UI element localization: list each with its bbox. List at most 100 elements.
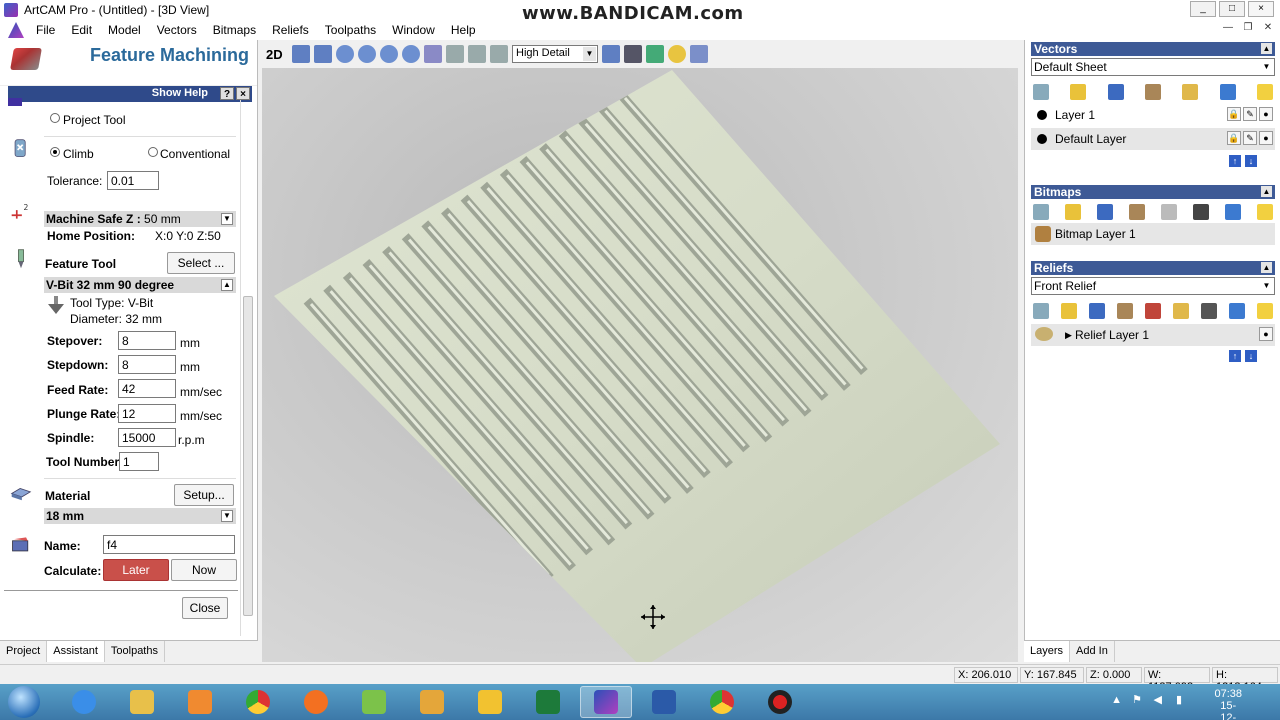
panel-scrollbar[interactable] xyxy=(240,100,254,636)
save-relief-icon[interactable] xyxy=(1089,303,1105,319)
view-2d-button[interactable]: 2D xyxy=(266,47,288,62)
tab-assistant[interactable]: Assistant xyxy=(47,641,105,662)
help-question-button[interactable]: ? xyxy=(220,87,234,100)
ie-icon[interactable] xyxy=(58,686,110,718)
chevron-up-icon[interactable]: ▲ xyxy=(221,279,233,291)
new-layer-icon[interactable] xyxy=(1033,84,1049,100)
minimize-button[interactable]: _ xyxy=(1190,1,1216,17)
mdi-close-icon[interactable]: ✕ xyxy=(1260,22,1276,36)
paste-relief-icon[interactable] xyxy=(1173,303,1189,319)
explorer-icon[interactable] xyxy=(116,686,168,718)
network-icon[interactable]: ▮ xyxy=(1176,693,1182,706)
lock-icon[interactable]: 🔒 xyxy=(1227,131,1241,145)
menu-window[interactable]: Window xyxy=(384,23,443,37)
calculate-now-button[interactable]: Now xyxy=(171,559,237,581)
project-tool-radio[interactable] xyxy=(50,113,60,123)
bitmap-thumbnail-icon[interactable] xyxy=(1035,226,1051,242)
lock-icon[interactable]: 🔒 xyxy=(1227,107,1241,121)
chevron-down-icon[interactable]: ▼ xyxy=(221,213,233,225)
vectric-icon[interactable] xyxy=(348,686,400,718)
relief-plate-render[interactable] xyxy=(262,68,1018,662)
vectors-header[interactable]: Vectors ▲ xyxy=(1031,42,1275,56)
pan-icon[interactable] xyxy=(314,45,332,63)
layer-color-icon[interactable] xyxy=(1037,110,1047,120)
paste-layer-icon[interactable] xyxy=(1182,84,1199,100)
visibility-icon[interactable]: ● xyxy=(1259,107,1273,121)
vector-sheet-select[interactable]: Default Sheet ▼ xyxy=(1031,58,1275,76)
mdi-restore-icon[interactable]: ❐ xyxy=(1240,22,1256,36)
move-up-icon[interactable]: ↑ xyxy=(1229,350,1241,362)
help-close-button[interactable]: × xyxy=(236,87,250,100)
detail-level-select[interactable]: High Detail ▼ xyxy=(512,45,598,63)
collapse-icon[interactable]: ▲ xyxy=(1261,262,1272,273)
mdi-minimize-icon[interactable]: — xyxy=(1220,22,1236,36)
close-panel-button[interactable]: Close xyxy=(182,597,228,619)
zoom-box-icon[interactable] xyxy=(380,45,398,63)
open-layer-icon[interactable] xyxy=(1070,84,1087,100)
edit-icon[interactable]: ✎ xyxy=(1243,131,1257,145)
layer-color-icon[interactable] xyxy=(1037,134,1047,144)
safe-z-row[interactable]: Machine Safe Z : 50 mm ▼ xyxy=(44,211,236,227)
artcam-taskbar-icon[interactable] xyxy=(580,686,632,718)
app-icon[interactable] xyxy=(406,686,458,718)
open-bitmap-icon[interactable] xyxy=(1065,204,1081,220)
top-view-icon[interactable] xyxy=(490,45,508,63)
cnc-icon[interactable] xyxy=(464,686,516,718)
stepover-input[interactable]: 8 xyxy=(118,331,176,350)
close-button[interactable]: × xyxy=(1248,1,1274,17)
menu-vectors[interactable]: Vectors xyxy=(149,23,205,37)
layer-name[interactable]: Layer 1 xyxy=(1055,104,1095,126)
bitmap-person-icon[interactable] xyxy=(1193,204,1209,220)
chrome-icon[interactable] xyxy=(696,686,748,718)
conventional-radio[interactable] xyxy=(148,147,158,157)
relief-layer-icon[interactable] xyxy=(1035,327,1053,341)
select-tool-button[interactable]: Select ... xyxy=(167,252,235,274)
move-down-icon[interactable]: ↓ xyxy=(1245,350,1257,362)
artcam-logo-icon[interactable] xyxy=(8,22,24,38)
flag-icon[interactable]: ⚑ xyxy=(1132,693,1142,706)
merge-layer-icon[interactable] xyxy=(1144,84,1161,100)
collapse-icon[interactable]: ▲ xyxy=(1261,186,1272,197)
wireframe-icon[interactable] xyxy=(624,45,642,63)
delete-layer-icon[interactable] xyxy=(1219,84,1236,100)
open-relief-icon[interactable] xyxy=(1061,303,1077,319)
relief-layer-row[interactable]: ▶ Relief Layer 1 ● xyxy=(1031,324,1275,346)
chevron-down-icon[interactable]: ▼ xyxy=(1260,279,1273,293)
toolpath-name-input[interactable]: f4 xyxy=(103,535,235,554)
scrollbar-thumb[interactable] xyxy=(243,296,253,616)
media-player-icon[interactable] xyxy=(174,686,226,718)
word-icon[interactable] xyxy=(638,686,690,718)
collapse-icon[interactable]: ▲ xyxy=(1261,43,1272,54)
chevron-down-icon[interactable]: ▼ xyxy=(1260,60,1273,74)
move-up-icon[interactable]: ↑ xyxy=(1229,155,1241,167)
chrome-icon[interactable] xyxy=(232,686,284,718)
visibility-icon[interactable]: ● xyxy=(1259,327,1273,341)
show-help-label[interactable]: Show Help xyxy=(152,87,208,99)
tool-name-row[interactable]: V-Bit 32 mm 90 degree ▲ xyxy=(44,277,236,293)
zoom-in-icon[interactable] xyxy=(336,45,354,63)
light-icon[interactable] xyxy=(668,45,686,63)
light-icon[interactable] xyxy=(1257,303,1273,319)
toolpath-preview-icon[interactable] xyxy=(690,45,708,63)
plunge-rate-input[interactable]: 12 xyxy=(118,404,176,423)
firefox-icon[interactable] xyxy=(290,686,342,718)
rotate-icon[interactable] xyxy=(292,45,310,63)
menu-model[interactable]: Model xyxy=(100,23,149,37)
bandicam-icon[interactable] xyxy=(754,686,806,718)
relief-stack-icon[interactable] xyxy=(1145,303,1161,319)
tolerance-input[interactable]: 0.01 xyxy=(107,171,159,190)
tab-project[interactable]: Project xyxy=(0,641,48,662)
3d-view[interactable] xyxy=(262,68,1018,662)
show-help-bar[interactable]: Show Help ? × xyxy=(8,86,252,102)
delete-bitmap-icon[interactable] xyxy=(1225,204,1241,220)
save-layer-icon[interactable] xyxy=(1107,84,1124,100)
tab-toolpaths[interactable]: Toolpaths xyxy=(105,641,165,662)
new-bitmap-icon[interactable] xyxy=(1033,204,1049,220)
bitmaps-header[interactable]: Bitmaps ▲ xyxy=(1031,185,1275,199)
bitmap-layer-name[interactable]: Bitmap Layer 1 xyxy=(1055,223,1136,245)
shading-icon[interactable] xyxy=(602,45,620,63)
menu-reliefs[interactable]: Reliefs xyxy=(264,23,317,37)
relief-grid-icon[interactable] xyxy=(1201,303,1217,319)
calculate-later-button[interactable]: Later xyxy=(103,559,169,581)
chevron-down-icon[interactable]: ▼ xyxy=(583,47,596,61)
